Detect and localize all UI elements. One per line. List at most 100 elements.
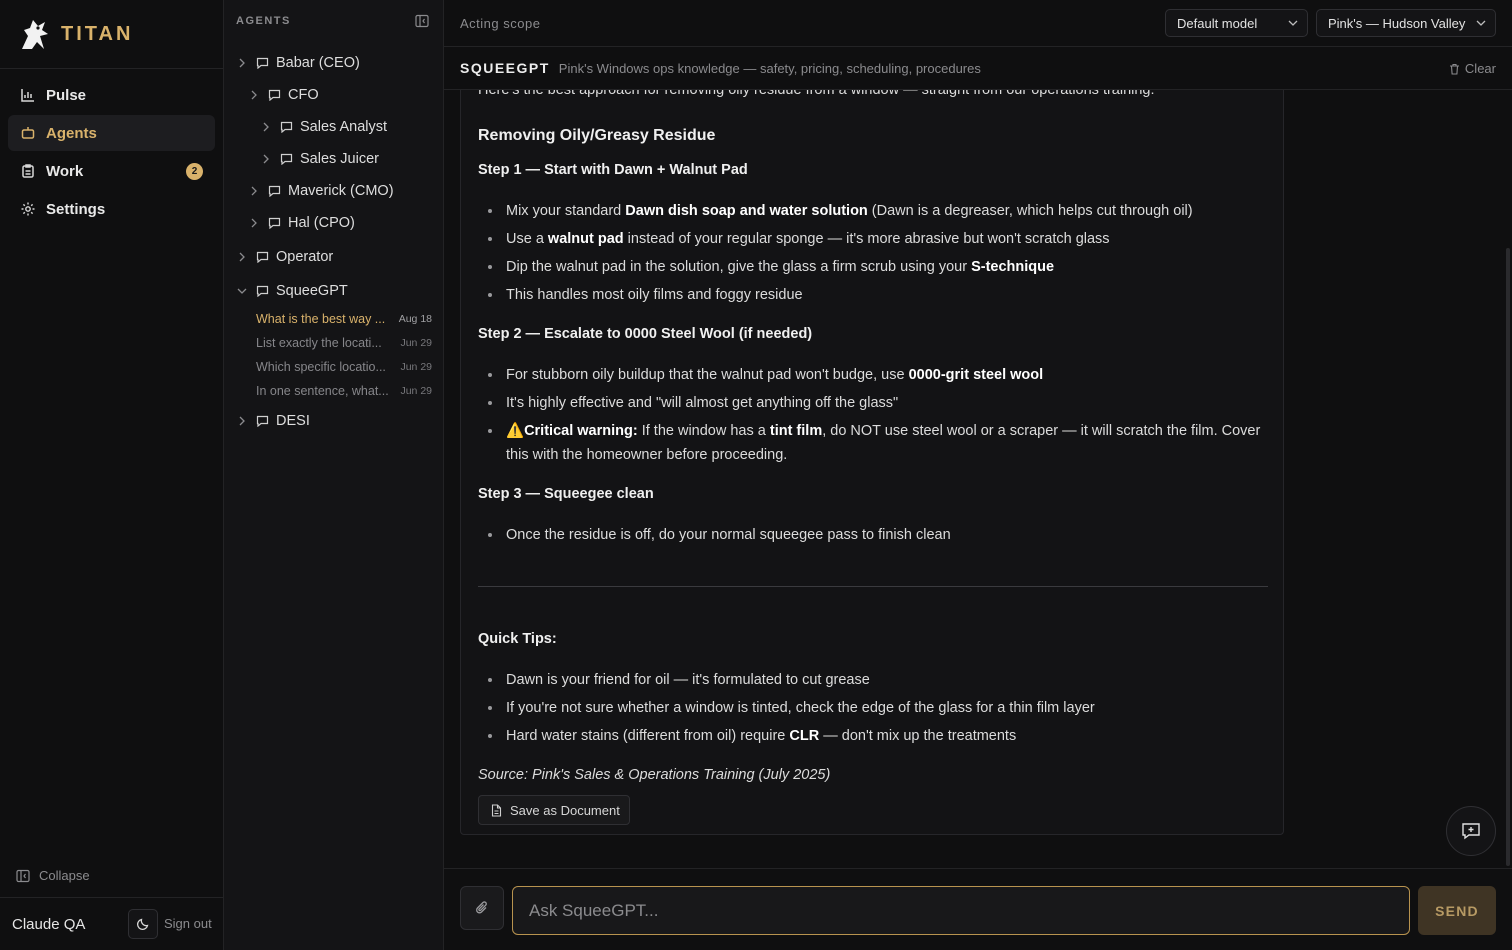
save-as-document-button[interactable]: Save as Document (478, 795, 630, 825)
clipboard-icon (20, 163, 36, 179)
work-count-badge: 2 (186, 163, 203, 180)
agents-panel-header: AGENTS (224, 0, 443, 42)
agent-node-cfo[interactable]: CFO (248, 85, 319, 105)
moon-icon (136, 918, 149, 931)
message-input[interactable] (512, 886, 1410, 935)
chat-scroll-area[interactable]: Here's the best approach for removing oi… (444, 90, 1512, 868)
chevron-right-icon[interactable] (236, 416, 248, 426)
conversation-title: What is the best way ... (256, 312, 386, 326)
conversation-item[interactable]: In one sentence, what... Jun 29 (256, 382, 432, 400)
list-item: Mix your standard Dawn dish soap and wat… (488, 199, 1266, 223)
conversation-item[interactable]: List exactly the locati... Jun 29 (256, 334, 432, 352)
chat-bubble-icon (280, 121, 293, 133)
list-item: This handles most oily films and foggy r… (488, 283, 1266, 307)
chat-bubble-icon (280, 153, 293, 165)
model-select-value: Default model (1177, 15, 1258, 31)
chat-bubble-icon (256, 415, 269, 427)
paperclip-icon (476, 901, 487, 914)
agent-node-operator[interactable]: Operator (236, 247, 333, 267)
bot-icon (20, 125, 36, 141)
chat-bubble-icon (268, 89, 281, 101)
new-chat-button[interactable] (1446, 806, 1496, 856)
divider (478, 586, 1268, 587)
conversation-item[interactable]: Which specific locatio... Jun 29 (256, 358, 432, 376)
chat-bubble-icon (268, 217, 281, 229)
agent-label: Hal (CPO) (288, 215, 355, 231)
theme-toggle-button[interactable] (128, 909, 158, 939)
chevron-down-icon (1288, 20, 1298, 26)
list-item: Dawn is your friend for oil — it's formu… (488, 668, 1266, 692)
user-footer: Claude QA Sign out (0, 897, 223, 950)
agent-node-desi[interactable]: DESI (236, 411, 310, 431)
step-1-title: Step 1 — Start with Dawn + Walnut Pad (478, 162, 748, 178)
nav-item-settings[interactable]: Settings (8, 191, 215, 227)
message-intro: Here's the best approach for removing oi… (478, 90, 1155, 98)
chevron-right-icon[interactable] (248, 186, 260, 196)
gear-icon (20, 201, 36, 217)
chevron-right-icon[interactable] (248, 218, 260, 228)
nav-item-work[interactable]: Work 2 (8, 153, 215, 189)
agent-label: Sales Analyst (300, 119, 388, 135)
new-message-icon (1462, 823, 1480, 840)
agent-node-sales-analyst[interactable]: Sales Analyst (260, 117, 387, 137)
agent-node-maverick[interactable]: Maverick (CMO) (248, 181, 394, 201)
titan-logo-icon (22, 20, 48, 49)
list-item: It's highly effective and "will almost g… (488, 391, 1266, 415)
agent-name: SQUEEGPT (460, 60, 550, 76)
app-root: TITAN Pulse Agents Work 2 Settings Colla… (0, 0, 1512, 950)
critical-warning-item: ⚠️Critical warning: If the window has a … (488, 419, 1266, 467)
top-bar: Acting scope Default model Pink's — Huds… (444, 0, 1512, 47)
step-2-title: Step 2 — Escalate to 0000 Steel Wool (if… (478, 326, 813, 342)
nav-item-label: Work (46, 162, 84, 180)
nav-item-pulse[interactable]: Pulse (8, 77, 215, 113)
chevron-right-icon[interactable] (260, 122, 272, 132)
agent-label: DESI (276, 413, 310, 429)
conversation-date: Jun 29 (400, 337, 432, 349)
chat-scrollbar[interactable] (1506, 248, 1510, 866)
model-select[interactable]: Default model (1165, 9, 1308, 37)
warning-icon: ⚠️ (506, 423, 525, 439)
chevron-right-icon[interactable] (248, 90, 260, 100)
conversation-date: Aug 18 (398, 313, 432, 325)
list-item: Dip the walnut pad in the solution, give… (488, 255, 1266, 279)
chevron-right-icon[interactable] (260, 154, 272, 164)
agent-node-babar[interactable]: Babar (CEO) (236, 53, 360, 73)
chat-bubble-icon (268, 185, 281, 197)
clear-button[interactable]: Clear (1449, 61, 1496, 76)
send-button[interactable]: SEND (1418, 886, 1496, 935)
scope-select-value: Pink's — Hudson Valley (1328, 15, 1466, 31)
chevron-down-icon[interactable] (236, 287, 248, 295)
conversation-date: Jun 29 (400, 361, 432, 373)
list-item: For stubborn oily buildup that the walnu… (488, 363, 1266, 387)
list-item: Hard water stains (different from oil) r… (488, 724, 1266, 748)
attach-button[interactable] (460, 886, 504, 930)
conversation-date: Jun 29 (400, 385, 432, 397)
collapse-button[interactable]: Collapse (16, 868, 90, 883)
agent-node-hal[interactable]: Hal (CPO) (248, 213, 355, 233)
composer: SEND (444, 868, 1512, 950)
sign-out-link[interactable]: Sign out (164, 916, 212, 931)
chevron-right-icon[interactable] (236, 58, 248, 68)
assistant-message: Here's the best approach for removing oi… (460, 90, 1284, 835)
nav-item-agents[interactable]: Agents (8, 115, 215, 151)
user-name: Claude QA (12, 915, 86, 933)
nav-items: Pulse Agents Work 2 Settings (0, 69, 223, 237)
agent-node-squeegpt[interactable]: SqueeGPT (236, 281, 348, 301)
chat-bubble-icon (256, 57, 269, 69)
sidebar-collapse-icon (16, 869, 30, 882)
panel-toggle-icon[interactable] (415, 14, 429, 31)
agent-label: SqueeGPT (276, 283, 348, 299)
agents-panel-title: AGENTS (236, 15, 291, 27)
agents-panel: AGENTS Babar (CEO) CFO Sales Analyst Sal… (224, 0, 444, 950)
brand: TITAN (0, 0, 223, 69)
scope-select[interactable]: Pink's — Hudson Valley (1316, 9, 1496, 37)
chat-bubble-icon (256, 285, 269, 297)
chevron-right-icon[interactable] (236, 252, 248, 262)
list-item: If you're not sure whether a window is t… (488, 696, 1266, 720)
nav-item-label: Agents (46, 124, 97, 142)
agent-node-sales-juicer[interactable]: Sales Juicer (260, 149, 379, 169)
step-3-title: Step 3 — Squeegee clean (478, 486, 654, 502)
message-heading: Removing Oily/Greasy Residue (478, 127, 716, 144)
conversation-title: List exactly the locati... (256, 336, 382, 350)
conversation-item[interactable]: What is the best way ... Aug 18 (256, 310, 432, 328)
